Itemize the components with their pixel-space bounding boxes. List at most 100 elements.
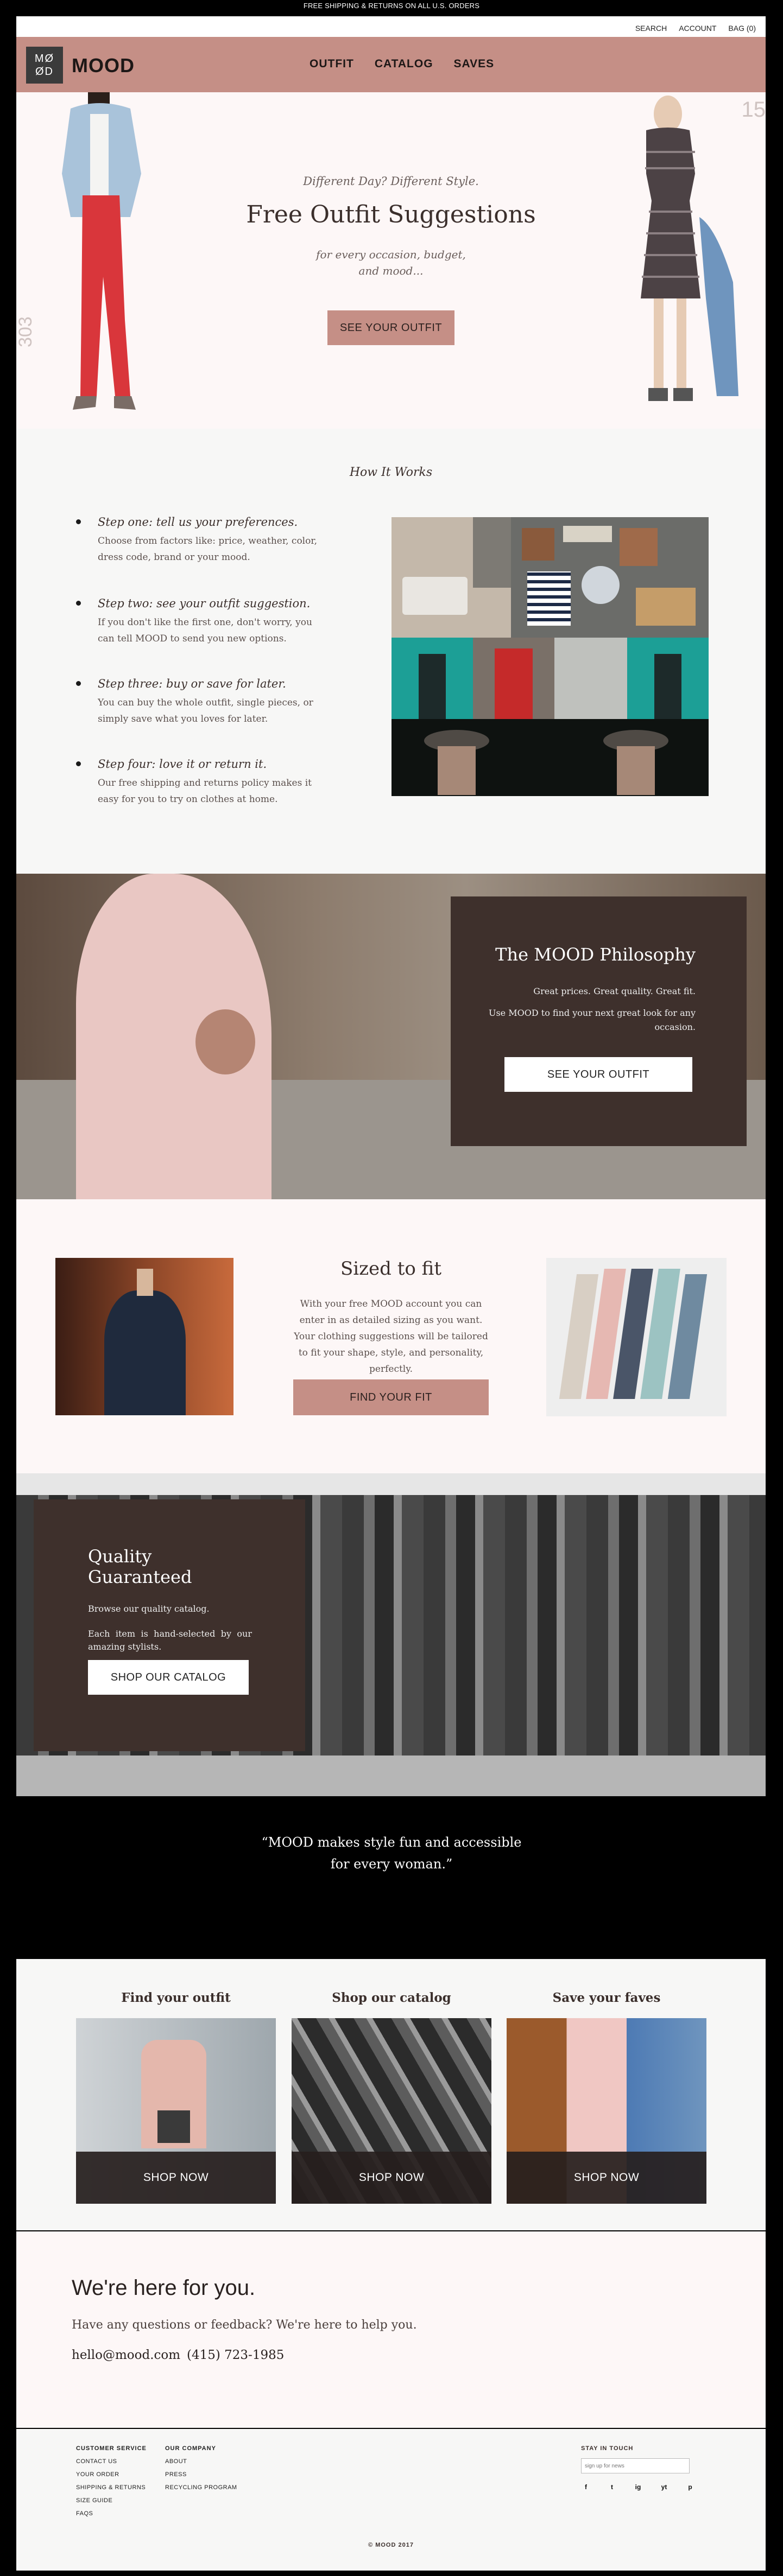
tailor-mannequin-image xyxy=(55,1258,233,1415)
find-your-fit-button[interactable]: FIND YOUR FIT xyxy=(293,1379,489,1415)
footer-link[interactable]: ABOUT xyxy=(165,2458,237,2465)
pinterest-icon[interactable]: p xyxy=(685,2482,695,2492)
shop-card[interactable]: Find your outfit SHOP NOW xyxy=(76,1990,276,2204)
copyright: © MOOD 2017 xyxy=(368,2542,414,2548)
quality-line: Each item is hand-selected by our amazin… xyxy=(88,1629,252,1652)
hero-subtitle-line: and mood... xyxy=(358,264,424,277)
shop-now-button[interactable]: SHOP NOW xyxy=(292,2152,491,2204)
see-outfit-button[interactable]: SEE YOUR OUTFIT xyxy=(327,310,454,345)
card-title: Save your faves xyxy=(552,1990,661,2005)
quote-line: “MOOD makes style fun and accessible xyxy=(261,1835,522,1850)
contact-email-link[interactable]: hello@mood.com xyxy=(72,2348,180,2362)
collage-stairs-image xyxy=(554,638,627,719)
hero-title: Free Outfit Suggestions xyxy=(246,201,536,228)
nav-outfit[interactable]: OUTFIT xyxy=(310,58,354,71)
shop-cards-section: Find your outfit SHOP NOW Shop our catal… xyxy=(16,1959,766,2230)
footer-link[interactable]: PRESS xyxy=(165,2471,237,2478)
shop-catalog-image[interactable]: SHOP NOW xyxy=(292,2018,491,2204)
contact-section: We're here for you. Have any questions o… xyxy=(16,2231,766,2428)
quote-line: for every woman.” xyxy=(330,1856,453,1872)
footer-column-customer-service: CUSTOMER SERVICE CONTACT US YOUR ORDER S… xyxy=(76,2445,147,2523)
shop-card[interactable]: Shop our catalog SHOP NOW xyxy=(292,1990,491,2204)
newsletter-email-input[interactable] xyxy=(581,2458,690,2473)
utility-bar: SEARCH ACCOUNT BAG (0) xyxy=(16,16,766,37)
fabric-swatches-image xyxy=(546,1258,727,1416)
footer-link[interactable]: FAQS xyxy=(76,2510,147,2517)
step-body: You can buy the whole outfit, single pie… xyxy=(98,697,313,724)
bullet xyxy=(76,681,81,686)
footer-link[interactable]: YOUR ORDER xyxy=(76,2471,147,2478)
philosophy-line: Use MOOD to find your next great look fo… xyxy=(488,1008,696,1032)
hero-subtitle-line: for every occasion, budget, xyxy=(316,248,466,261)
instagram-icon[interactable]: ig xyxy=(633,2482,643,2492)
decorative-number: 303 xyxy=(16,316,36,347)
collage-laptop-image xyxy=(392,517,511,638)
twitter-icon[interactable]: t xyxy=(607,2482,617,2492)
see-outfit-button[interactable]: SEE YOUR OUTFIT xyxy=(504,1057,692,1092)
quality-line: Browse our quality catalog. xyxy=(88,1604,210,1614)
step-item: Step two: see your outfit suggestion. If… xyxy=(76,597,326,647)
testimonial-quote: “MOOD makes style fun and accessible for… xyxy=(0,1831,783,1875)
logo-line: MØ xyxy=(34,53,55,65)
step-body: Our free shipping and returns policy mak… xyxy=(98,778,312,805)
shop-now-button[interactable]: SHOP NOW xyxy=(507,2152,706,2204)
footer-link[interactable]: CONTACT US xyxy=(76,2458,147,2465)
nav-saves[interactable]: SAVES xyxy=(454,58,495,71)
footer-link[interactable]: SIZE GUIDE xyxy=(76,2497,147,2504)
footer-link[interactable]: SHIPPING & RETURNS xyxy=(76,2484,147,2491)
collage-flatlay-image xyxy=(511,517,709,638)
bullet xyxy=(76,761,81,766)
philosophy-line: Great prices. Great quality. Great fit. xyxy=(533,986,696,996)
logo-line: ØD xyxy=(35,66,54,78)
step-title: Step one: tell us your preferences. xyxy=(98,516,298,529)
philosophy-section: The MOOD Philosophy Great prices. Great … xyxy=(16,874,766,1199)
bag-link[interactable]: BAG (0) xyxy=(728,24,756,33)
footer-link[interactable]: RECYCLING PROGRAM xyxy=(165,2484,237,2491)
logo[interactable]: MØ ØD xyxy=(26,47,63,84)
collage-pose-image-2 xyxy=(627,638,709,719)
step-item: Step one: tell us your preferences. Choo… xyxy=(76,516,326,565)
site-footer: CUSTOMER SERVICE CONTACT US YOUR ORDER S… xyxy=(16,2429,766,2571)
step-title: Step three: buy or save for later. xyxy=(98,677,286,690)
philosophy-title: The MOOD Philosophy xyxy=(495,944,696,965)
step-item: Step three: buy or save for later. You c… xyxy=(76,677,326,727)
find-outfit-image[interactable]: SHOP NOW xyxy=(76,2018,276,2204)
section-title: How It Works xyxy=(349,466,433,479)
main-nav: OUTFIT CATALOG SAVES xyxy=(310,58,494,71)
collage-red-suit-image xyxy=(473,638,554,719)
philosophy-card: The MOOD Philosophy Great prices. Great … xyxy=(451,896,747,1146)
contact-phone-link[interactable]: (415) 723-1985 xyxy=(187,2348,284,2362)
shop-card[interactable]: Save your faves SHOP NOW xyxy=(507,1990,706,2204)
step-title: Step four: love it or return it. xyxy=(98,758,267,771)
site-header: MØ ØD MOOD OUTFIT CATALOG SAVES xyxy=(16,37,766,92)
contact-subtitle: Have any questions or feedback? We're he… xyxy=(72,2318,417,2332)
quality-section: Quality Guaranteed Browse our quality ca… xyxy=(16,1473,766,1796)
social-links: f t ig yt p xyxy=(581,2482,695,2492)
section-body: With your free MOOD account you can ente… xyxy=(294,1299,488,1375)
brand-name[interactable]: MOOD xyxy=(72,54,135,77)
step-item: Step four: love it or return it. Our fre… xyxy=(76,758,326,807)
promo-banner: FREE SHIPPING & RETURNS ON ALL U.S. ORDE… xyxy=(303,2,480,10)
card-title: Find your outfit xyxy=(121,1990,231,2005)
youtube-icon[interactable]: yt xyxy=(659,2482,669,2492)
footer-heading: CUSTOMER SERVICE xyxy=(76,2445,147,2452)
bullet xyxy=(76,519,81,524)
sized-to-fit-section: Sized to fit With your free MOOD account… xyxy=(16,1199,766,1473)
quality-title: Quality Guaranteed xyxy=(88,1546,192,1587)
collage-hat-image xyxy=(392,719,709,796)
account-link[interactable]: ACCOUNT xyxy=(679,24,716,33)
quality-card: Quality Guaranteed Browse our quality ca… xyxy=(34,1499,305,1751)
bullet xyxy=(76,601,81,606)
shop-catalog-button[interactable]: SHOP OUR CATALOG xyxy=(88,1660,249,1695)
save-faves-image[interactable]: SHOP NOW xyxy=(507,2018,706,2204)
step-title: Step two: see your outfit suggestion. xyxy=(98,597,311,610)
collage-pose-image xyxy=(392,638,473,719)
card-title: Shop our catalog xyxy=(332,1990,451,2005)
hero-subtitle: for every occasion, budget, and mood... xyxy=(16,246,766,279)
shop-now-button[interactable]: SHOP NOW xyxy=(76,2152,276,2204)
footer-heading: OUR COMPANY xyxy=(165,2445,216,2452)
nav-catalog[interactable]: CATALOG xyxy=(375,58,433,71)
facebook-icon[interactable]: f xyxy=(581,2482,591,2492)
search-link[interactable]: SEARCH xyxy=(635,24,667,33)
step-body: If you don't like the first one, don't w… xyxy=(98,617,312,644)
